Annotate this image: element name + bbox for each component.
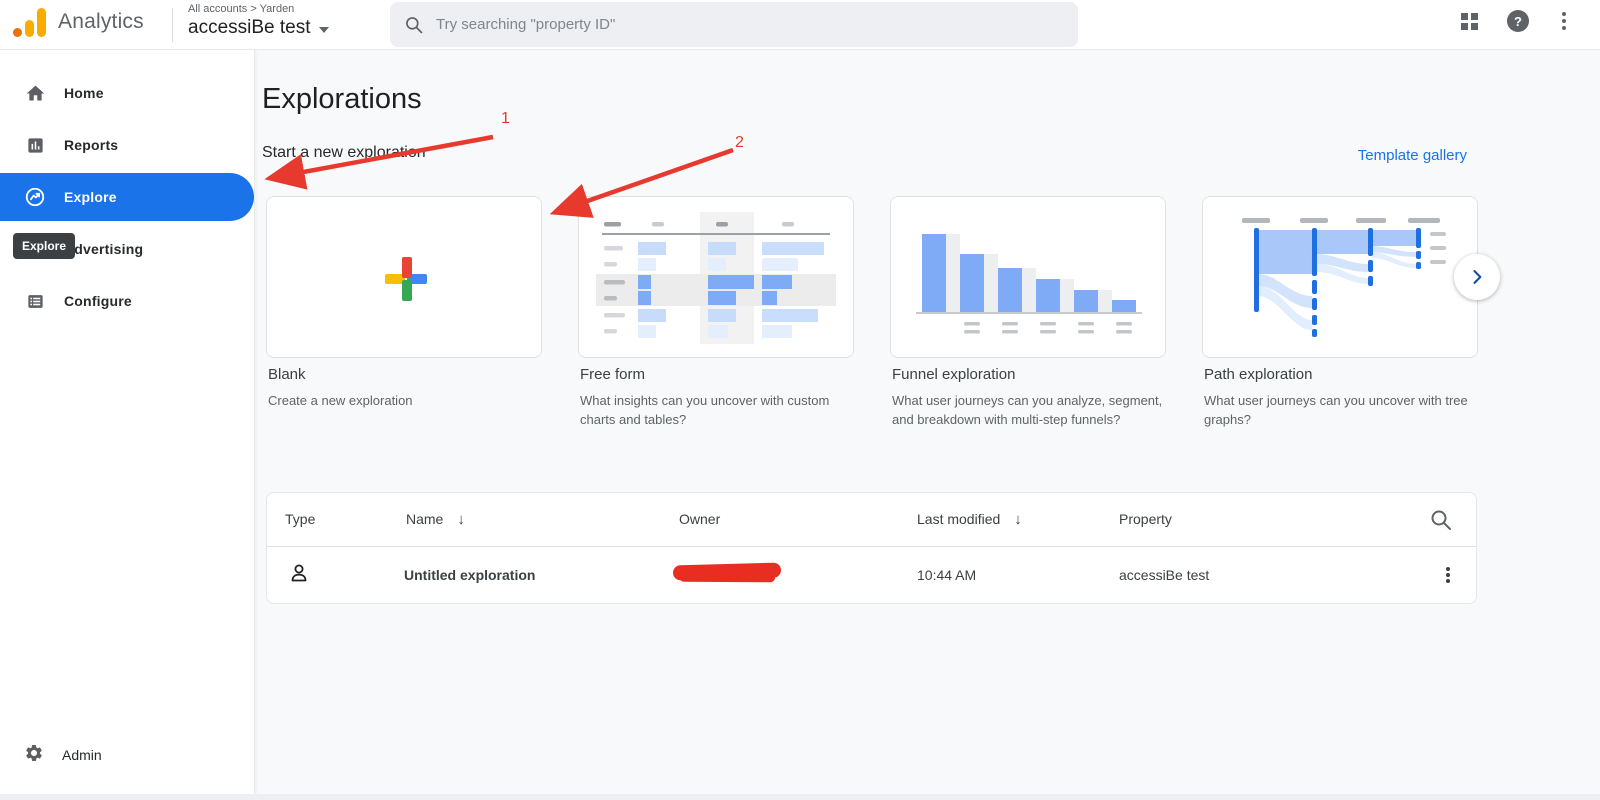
sidebar-item-configure[interactable]: Configure [0, 275, 254, 327]
card-free-form[interactable] [578, 196, 854, 358]
column-header-last-modified[interactable]: Last modified↓ [917, 511, 1022, 528]
column-header-name[interactable]: Name↓ [406, 511, 465, 528]
breadcrumb: All accounts > Yarden [188, 3, 294, 15]
home-icon [24, 82, 46, 104]
new-exploration-heading: Start a new exploration [262, 144, 426, 162]
property-selector-label: accessiBe test [188, 17, 311, 39]
explore-icon [24, 186, 46, 208]
funnel-chart-thumbnail [908, 212, 1148, 344]
sidebar-item-reports[interactable]: Reports [0, 119, 254, 171]
card-funnel-exploration[interactable] [890, 196, 1166, 358]
main-content: Explorations Start a new exploration Tem… [255, 50, 1600, 800]
card-title: Free form [580, 366, 856, 383]
sidebar-item-label: Explore [64, 189, 117, 205]
sort-arrow-icon: ↓ [457, 511, 465, 528]
card-description: What user journeys can you uncover with … [1204, 392, 1476, 430]
page-title: Explorations [262, 83, 422, 116]
grid-square [1471, 13, 1478, 20]
grid-square [1461, 13, 1468, 20]
card-description: What user journeys can you analyze, segm… [892, 392, 1164, 430]
search-icon [1429, 508, 1453, 532]
chevron-right-icon [1467, 267, 1487, 287]
help-icon: ? [1507, 10, 1529, 32]
sidebar: Home Reports Explore Advertising [0, 50, 255, 800]
plus-icon [385, 257, 429, 301]
explore-tooltip: Explore [13, 233, 75, 259]
sidebar-item-admin[interactable]: Admin [0, 739, 255, 771]
freeform-table-thumbnail [596, 212, 836, 344]
help-button[interactable]: ? [1506, 9, 1530, 33]
card-title: Path exploration [1204, 366, 1480, 383]
kebab-menu-icon [1446, 567, 1450, 571]
chevron-down-icon [319, 27, 329, 33]
exploration-name: Untitled exploration [404, 567, 535, 583]
card-blank[interactable] [266, 196, 542, 358]
column-header-type[interactable]: Type [285, 511, 315, 527]
sidebar-item-label: Admin [62, 747, 102, 763]
grid-square [1461, 23, 1468, 30]
sidebar-item-label: Configure [64, 293, 132, 309]
more-menu-button[interactable] [1552, 9, 1576, 33]
global-search-bar[interactable] [390, 2, 1078, 47]
card-description: What insights can you uncover with custo… [580, 392, 852, 430]
property-value: accessiBe test [1119, 567, 1209, 583]
sort-arrow-icon: ↓ [1014, 511, 1022, 528]
app-name: Analytics [58, 10, 144, 34]
card-title: Funnel exploration [892, 366, 1168, 383]
card-description: Create a new exploration [268, 392, 540, 411]
sidebar-item-home[interactable]: Home [0, 67, 254, 119]
card-path-exploration[interactable] [1202, 196, 1478, 358]
configure-icon [24, 290, 46, 312]
person-icon [287, 561, 311, 590]
last-modified-value: 10:44 AM [917, 567, 976, 583]
row-menu-button[interactable] [1437, 562, 1459, 588]
table-header: Type Name↓ Owner Last modified↓ Property [267, 493, 1476, 547]
path-sankey-thumbnail [1220, 212, 1460, 344]
analytics-logo-icon [12, 7, 50, 41]
gear-icon [24, 743, 44, 768]
search-icon [404, 15, 424, 35]
column-header-owner[interactable]: Owner [679, 511, 720, 527]
sidebar-item-explore[interactable]: Explore [0, 173, 254, 221]
sidebar-item-label: Reports [64, 137, 118, 153]
table-search-button[interactable] [1429, 508, 1455, 534]
grid-square [1471, 23, 1478, 30]
top-app-bar: Analytics All accounts > Yarden accessiB… [0, 0, 1600, 50]
explorations-table: Type Name↓ Owner Last modified↓ Property [266, 492, 1477, 604]
table-row[interactable]: Untitled exploration 10:44 AM accessiBe … [267, 547, 1476, 603]
header-divider [172, 8, 173, 42]
global-search-input[interactable] [436, 16, 1030, 33]
template-gallery-link[interactable]: Template gallery [1358, 147, 1467, 164]
reports-icon [24, 134, 46, 156]
column-header-property[interactable]: Property [1119, 511, 1172, 527]
card-title: Blank [268, 366, 544, 383]
sidebar-item-label: Home [64, 85, 104, 101]
carousel-next-button[interactable] [1454, 254, 1500, 300]
window-bottom-edge [0, 794, 1600, 800]
kebab-menu-icon [1562, 12, 1566, 16]
owner-redaction [673, 562, 781, 580]
sidebar-item-label: Advertising [64, 241, 143, 257]
property-selector[interactable]: accessiBe test [188, 17, 329, 39]
diagnostics-grid-icon[interactable] [1458, 9, 1482, 33]
